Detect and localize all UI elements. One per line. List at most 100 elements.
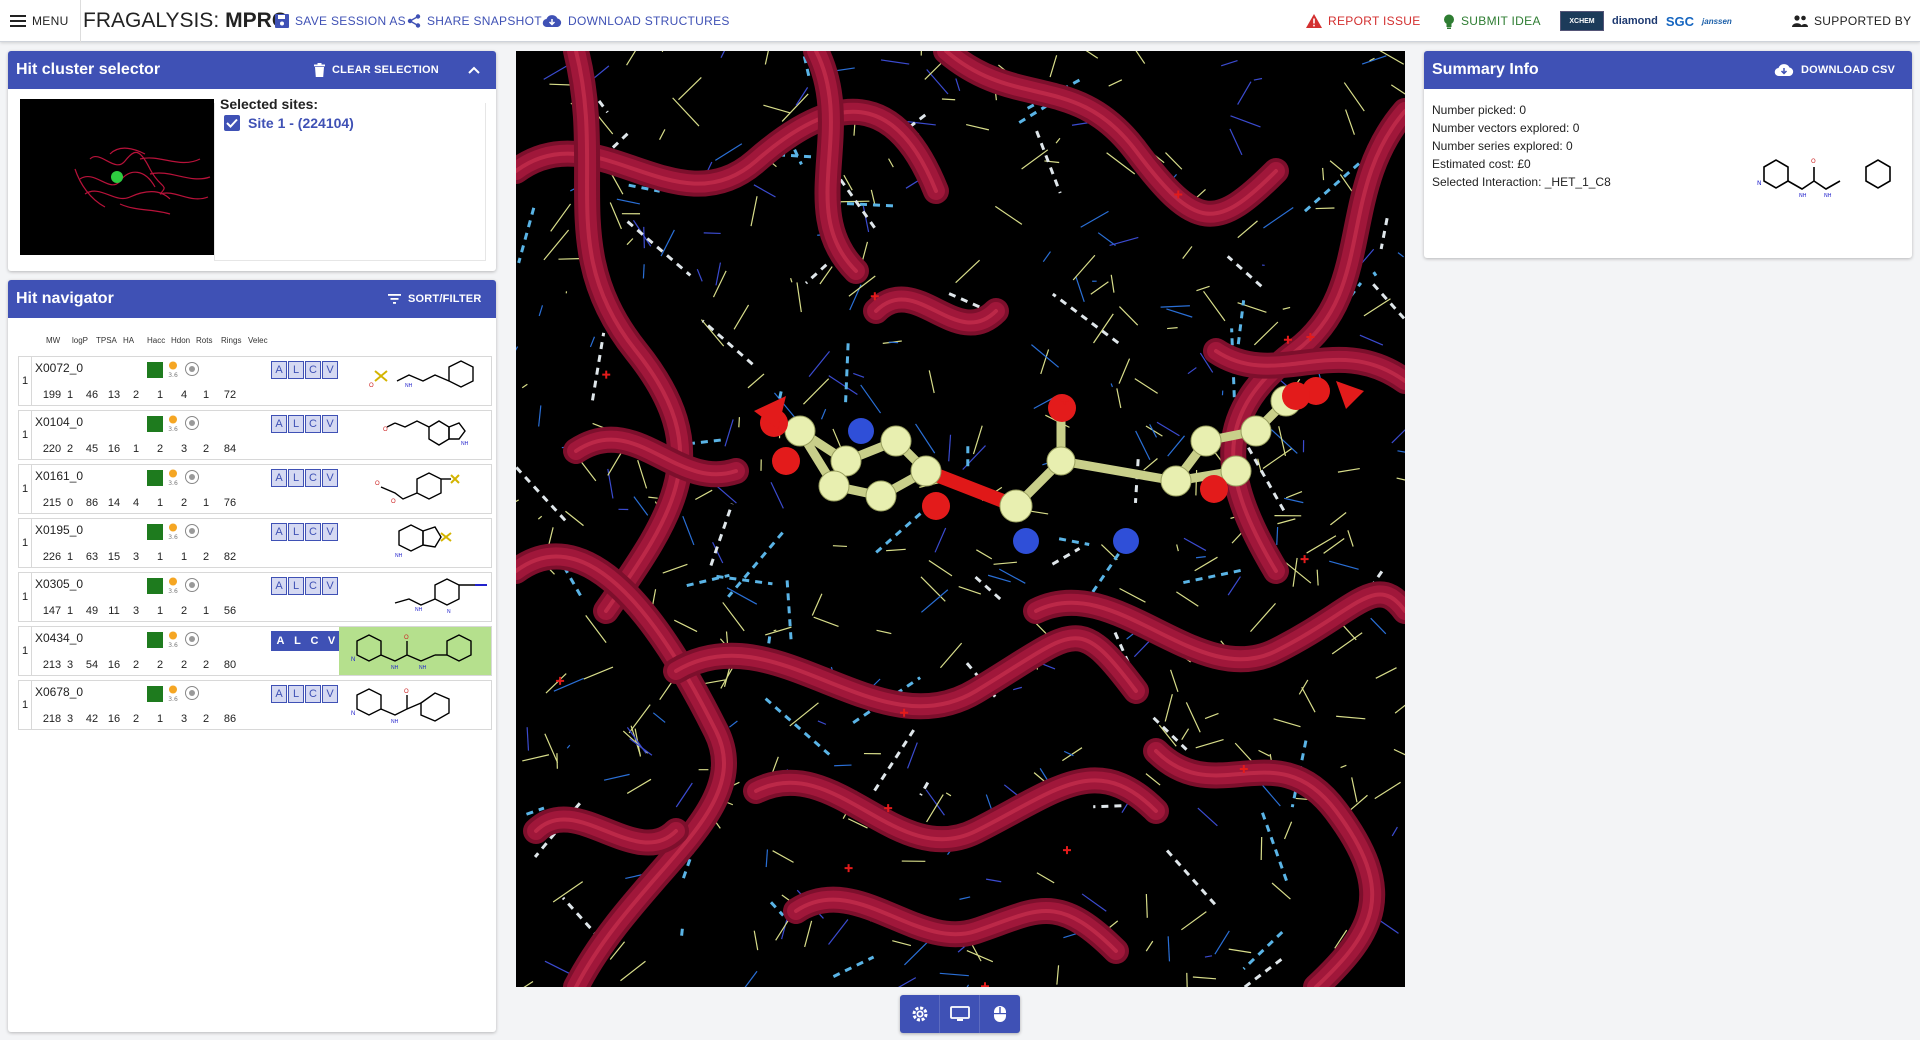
xchem-logo[interactable]: XCHEM (1560, 11, 1604, 31)
target-ring-icon[interactable] (185, 416, 199, 430)
toggle-a-button[interactable]: A (271, 577, 287, 595)
target-ring-icon[interactable] (185, 632, 199, 646)
hit-row[interactable]: 1 X0104_0 220 2 45 16 1 2 3 2 84 3.6 A L C V O NH (18, 410, 492, 460)
col-header-ha[interactable]: HA (123, 336, 134, 345)
hit-molecule-structure[interactable]: O NH (339, 411, 491, 459)
toggle-v-button[interactable]: V (322, 361, 338, 379)
toggle-c-button[interactable]: C (306, 632, 323, 650)
status-square-icon[interactable] (147, 362, 163, 378)
toggle-a-button[interactable]: A (271, 361, 287, 379)
toggle-v-button[interactable]: V (322, 577, 338, 595)
toggle-l-button[interactable]: L (288, 469, 304, 487)
hit-row[interactable]: 1 X0678_0 218 3 42 16 2 1 3 2 86 3.6 A L C V N O NH (18, 680, 492, 730)
toggle-c-button[interactable]: C (305, 469, 321, 487)
status-square-icon[interactable] (147, 578, 163, 594)
toggle-v-button[interactable]: V (322, 469, 338, 487)
col-header-hacc[interactable]: Hacc (147, 336, 165, 345)
hit-row[interactable]: 1 X0195_0 226 1 63 15 3 1 1 2 82 3.6 A L C V NH (18, 518, 492, 568)
hit-row[interactable]: 1 X0161_0 215 0 86 14 4 1 2 1 76 3.6 A L C V O O (18, 464, 492, 514)
status-square-icon[interactable] (147, 524, 163, 540)
viewer-settings-button[interactable] (900, 995, 940, 1033)
report-issue-button[interactable]: REPORT ISSUE (1306, 0, 1421, 42)
vector-dot-icon[interactable]: 3.6 (167, 361, 179, 379)
hit-molecule-structure[interactable]: N O NH NH (339, 627, 491, 675)
site-1-row[interactable]: Site 1 - (224104) (224, 115, 354, 131)
sidechain-bond (1176, 591, 1199, 607)
col-header-rings[interactable]: Rings (221, 336, 241, 345)
toggle-v-button[interactable]: V (322, 415, 338, 433)
vector-dot-icon[interactable]: 3.6 (167, 577, 179, 595)
site-1-checkbox[interactable] (224, 115, 240, 131)
clear-selection-button[interactable]: CLEAR SELECTION (314, 51, 439, 89)
supported-by-button[interactable]: SUPPORTED BY (1792, 0, 1911, 42)
toggle-l-button[interactable]: L (288, 685, 304, 703)
vector-dot-icon[interactable]: 3.6 (167, 685, 179, 703)
target-ring-icon[interactable] (185, 578, 199, 592)
toggle-a-button[interactable]: A (271, 415, 287, 433)
toggle-v-button[interactable]: V (323, 632, 340, 650)
save-session-button[interactable]: SAVE SESSION AS (275, 0, 406, 42)
download-structures-button[interactable]: DOWNLOAD STRUCTURES (542, 0, 730, 42)
collapse-chevron-button[interactable] (468, 51, 480, 89)
submit-idea-button[interactable]: SUBMIT IDEA (1443, 0, 1541, 42)
janssen-logo[interactable]: janssen (1702, 11, 1732, 31)
toggle-a-button[interactable]: A (271, 469, 287, 487)
toggle-a-button[interactable]: A (271, 685, 287, 703)
ligand-carbon-atom (910, 455, 942, 487)
hit-prop-hacc: 4 (132, 497, 140, 509)
toggle-a-button[interactable]: A (271, 523, 287, 541)
vector-dot-icon[interactable]: 3.6 (167, 415, 179, 433)
target-ring-icon[interactable] (185, 362, 199, 376)
status-square-icon[interactable] (147, 686, 163, 702)
col-header-mw[interactable]: MW (46, 336, 60, 345)
col-header-hdon[interactable]: Hdon (171, 336, 190, 345)
share-snapshot-button[interactable]: SHARE SNAPSHOT (407, 0, 542, 42)
vector-dot-icon[interactable]: 3.6 (167, 631, 179, 649)
col-header-velec[interactable]: Velec (248, 336, 268, 345)
toggle-l-button[interactable]: L (288, 577, 304, 595)
vector-dot-icon[interactable]: 3.6 (167, 469, 179, 487)
target-ring-icon[interactable] (185, 524, 199, 538)
sidechain-bond (765, 849, 769, 868)
viewer-mouse-button[interactable] (980, 995, 1020, 1033)
sidechain-bond (637, 460, 648, 489)
hit-molecule-structure[interactable]: OO (339, 465, 491, 513)
hit-molecule-structure[interactable]: NH (339, 519, 491, 567)
toggle-a-button[interactable]: A (272, 632, 289, 650)
hit-molecule-structure[interactable]: N O NH (339, 681, 491, 729)
sgc-logo[interactable]: SGC (1666, 11, 1694, 31)
col-header-logp[interactable]: logP (72, 336, 88, 345)
molecule-3d-viewer[interactable] (516, 51, 1405, 987)
download-csv-button[interactable]: DOWNLOAD CSV (1774, 51, 1895, 89)
target-ring-icon[interactable] (185, 470, 199, 484)
col-header-rots[interactable]: Rots (196, 336, 212, 345)
hit-row[interactable]: 1 X0434_0 213 3 54 16 2 2 2 2 80 3.6 A L C V N O NH NH (18, 626, 492, 676)
toggle-c-button[interactable]: C (305, 361, 321, 379)
svg-text:O: O (1811, 158, 1816, 165)
toggle-v-button[interactable]: V (322, 523, 338, 541)
status-square-icon[interactable] (147, 632, 163, 648)
hit-molecule-structure[interactable]: NH N (339, 573, 491, 621)
menu-button[interactable]: MENU (10, 0, 69, 42)
status-square-icon[interactable] (147, 416, 163, 432)
col-header-tpsa[interactable]: TPSA (96, 336, 117, 345)
hit-row[interactable]: 1 X0305_0 147 1 49 11 3 1 2 1 56 3.6 A L C V NH N (18, 572, 492, 622)
toggle-c-button[interactable]: C (305, 577, 321, 595)
status-square-icon[interactable] (147, 470, 163, 486)
toggle-c-button[interactable]: C (305, 415, 321, 433)
toggle-l-button[interactable]: L (289, 632, 306, 650)
toggle-v-button[interactable]: V (322, 685, 338, 703)
toggle-l-button[interactable]: L (288, 523, 304, 541)
toggle-l-button[interactable]: L (288, 361, 304, 379)
hit-row[interactable]: 1 X0072_0 199 1 46 13 2 1 4 1 72 3.6 A L C V O NH (18, 356, 492, 406)
sort-filter-button[interactable]: SORT/FILTER (388, 280, 482, 318)
diamond-logo[interactable]: diamond (1612, 11, 1658, 31)
toggle-l-button[interactable]: L (288, 415, 304, 433)
cluster-thumbnail[interactable] (20, 99, 214, 255)
toggle-c-button[interactable]: C (305, 523, 321, 541)
viewer-display-button[interactable] (940, 995, 980, 1033)
vector-dot-icon[interactable]: 3.6 (167, 523, 179, 541)
target-ring-icon[interactable] (185, 686, 199, 700)
hit-molecule-structure[interactable]: O NH (339, 357, 491, 405)
toggle-c-button[interactable]: C (305, 685, 321, 703)
